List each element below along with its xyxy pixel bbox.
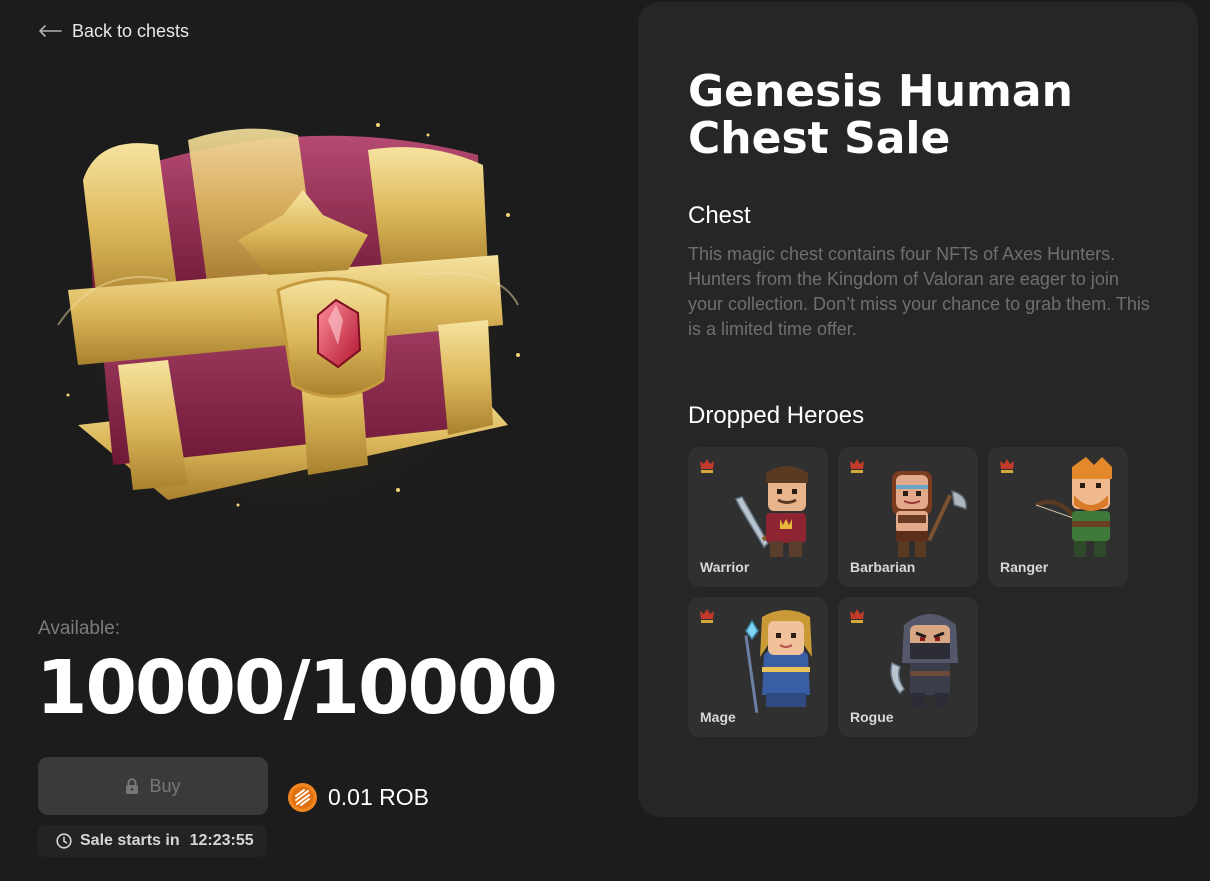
hero-name: Mage (700, 709, 736, 725)
rarity-badge-icon (700, 459, 714, 473)
hero-card-barbarian[interactable]: Barbarian (838, 447, 978, 587)
price-tag: 0.01 ROB (288, 783, 429, 812)
barbarian-icon (892, 471, 967, 557)
hero-card-mage[interactable]: Mage (688, 597, 828, 737)
rarity-badge-icon (700, 609, 714, 623)
rob-coin-icon (288, 783, 317, 812)
countdown-time: 12:23:55 (189, 832, 254, 849)
available-count: 10000/10000 (36, 645, 558, 731)
hero-card-warrior[interactable]: Warrior (688, 447, 828, 587)
hero-name: Barbarian (850, 559, 916, 575)
clock-icon (56, 833, 72, 849)
available-label: Available: (38, 618, 121, 639)
ranger-icon (1035, 457, 1112, 557)
rarity-badge-icon (850, 459, 864, 473)
back-link-label: Back to chests (72, 20, 190, 41)
hero-name: Warrior (700, 559, 750, 575)
sale-starts-label: Sale starts in (80, 832, 180, 849)
rarity-badge-icon (1000, 459, 1014, 473)
chest-image (38, 95, 538, 515)
back-to-chests-link[interactable]: Back to chests (38, 18, 189, 44)
sale-countdown: Sale starts in 12:23:55 (38, 825, 266, 857)
page-title: Genesis Human Chest Sale (688, 66, 1073, 164)
hero-card-ranger[interactable]: Ranger (988, 447, 1128, 587)
buy-button-label: Buy (149, 775, 181, 796)
lock-icon (126, 778, 139, 794)
hero-card-rogue[interactable]: Rogue (838, 597, 978, 737)
rarity-badge-icon (850, 609, 864, 623)
details-panel: Genesis Human Chest Sale Chest This magi… (638, 2, 1198, 817)
warrior-icon (734, 466, 808, 557)
price-amount: 0.01 ROB (328, 784, 429, 810)
hero-name: Ranger (1000, 559, 1049, 575)
dropped-heroes-heading: Dropped Heroes (688, 402, 865, 429)
hero-name: Rogue (850, 709, 894, 725)
mage-icon (744, 610, 812, 713)
chest-description: This magic chest contains four NFTs of A… (688, 244, 1150, 339)
rogue-icon (890, 614, 958, 707)
arrow-left-icon (39, 25, 62, 37)
buy-button[interactable]: Buy (38, 757, 268, 815)
chest-heading: Chest (688, 202, 751, 229)
